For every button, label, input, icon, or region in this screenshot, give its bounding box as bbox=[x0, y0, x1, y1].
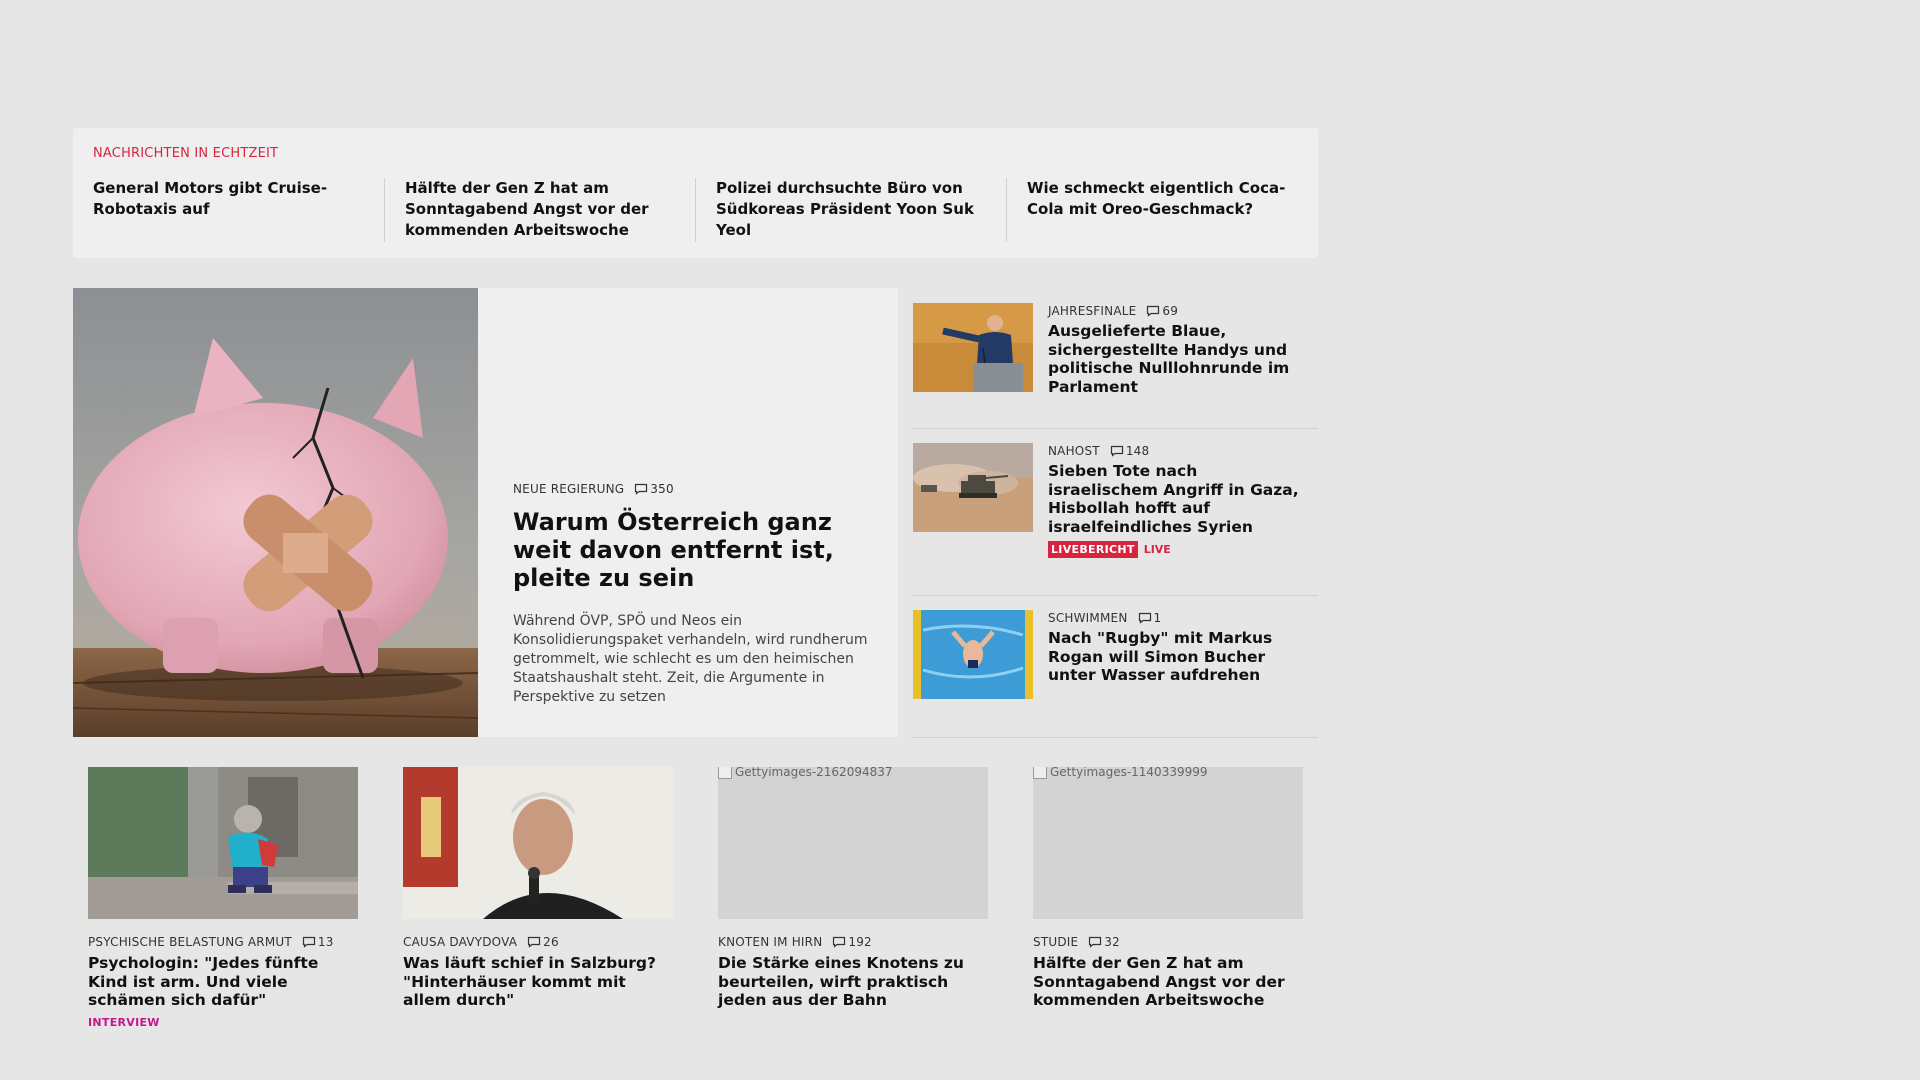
card-headline[interactable]: Die Stärke eines Knotens zu beurteilen, … bbox=[718, 954, 988, 1010]
comment-icon bbox=[833, 936, 846, 948]
comment-icon bbox=[1110, 445, 1123, 457]
ticker-items: General Motors gibt Cruise-Robotaxis auf… bbox=[73, 178, 1318, 242]
card-headline[interactable]: Was läuft schief in Salzburg? "Hinterhäu… bbox=[403, 954, 673, 1010]
tanks-desert-image[interactable] bbox=[913, 443, 1033, 532]
comment-count[interactable]: 13 bbox=[302, 935, 334, 949]
card-kicker: STUDIE bbox=[1033, 935, 1079, 949]
teaser-card[interactable]: Gettyimages-2162094837 KNOTEN IM HIRN 19… bbox=[718, 767, 988, 1010]
side-article[interactable]: SCHWIMMEN 1 Nach "Rugby" mit Markus Roga… bbox=[913, 595, 1318, 738]
image-alt-text: Gettyimages-1140339999 bbox=[1050, 767, 1208, 779]
parliament-speaker-image[interactable] bbox=[913, 303, 1033, 392]
broken-image-placeholder[interactable]: Gettyimages-1140339999 bbox=[1033, 767, 1303, 919]
card-kicker: KNOTEN IM HIRN bbox=[718, 935, 823, 949]
teaser-grid: PSYCHISCHE BELASTUNG ARMUT 13 Psychologi… bbox=[88, 767, 1303, 1029]
hero-article[interactable]: NEUE REGIERUNG 350 Warum Österreich ganz… bbox=[73, 288, 898, 737]
hero-teaser: Während ÖVP, SPÖ und Neos ein Konsolidie… bbox=[513, 612, 868, 705]
speaker-illustration bbox=[403, 767, 673, 919]
parliament-illustration bbox=[913, 303, 1033, 392]
ticker-label: NACHRICHTEN IN ECHTZEIT bbox=[93, 146, 279, 161]
card-headline[interactable]: Psychologin: "Jedes fünfte Kind ist arm.… bbox=[88, 954, 358, 1010]
ticker-item[interactable]: Hälfte der Gen Z hat am Sonntag­abend An… bbox=[384, 178, 695, 242]
comment-count[interactable]: 192 bbox=[832, 935, 872, 949]
side-kicker: JAHRESFINALE bbox=[1048, 304, 1137, 318]
card-kicker: CAUSA DAVYDOVA bbox=[403, 935, 518, 949]
side-meta: JAHRESFINALE 69 bbox=[1048, 304, 1308, 318]
side-kicker: SCHWIMMEN bbox=[1048, 611, 1128, 625]
comment-count-value: 1 bbox=[1153, 611, 1162, 625]
comment-count[interactable]: 1 bbox=[1138, 611, 1162, 625]
broken-image-alt: Gettyimages-2162094837 bbox=[718, 767, 893, 779]
piggy-bank-image[interactable] bbox=[73, 288, 478, 737]
ticker-item[interactable]: Wie schmeckt eigentlich Coca-Cola mit Or… bbox=[1006, 178, 1317, 242]
side-article-text: JAHRESFINALE 69 Ausgelieferte Blaue, sic… bbox=[1048, 304, 1308, 396]
comment-count[interactable]: 26 bbox=[527, 935, 559, 949]
comment-count[interactable]: 32 bbox=[1088, 935, 1120, 949]
live-indicator: LIVE bbox=[1143, 543, 1171, 556]
side-article-text: SCHWIMMEN 1 Nach "Rugby" mit Markus Roga… bbox=[1048, 611, 1308, 685]
liveblog-badge: LIVEBERICHT bbox=[1048, 541, 1138, 558]
piggy-bank-illustration bbox=[73, 288, 478, 737]
side-kicker: NAHOST bbox=[1048, 444, 1100, 458]
child-on-steps-image[interactable] bbox=[88, 767, 358, 919]
comment-icon bbox=[528, 936, 541, 948]
comment-icon bbox=[1147, 305, 1160, 317]
card-meta: KNOTEN IM HIRN 192 bbox=[718, 935, 988, 949]
hero-headline[interactable]: Warum Österreich ganz weit davon entfern… bbox=[513, 508, 873, 592]
card-meta: PSYCHISCHE BELASTUNG ARMUT 13 bbox=[88, 935, 358, 949]
ticker-item[interactable]: Polizei durchsuchte Büro von Südko­reas … bbox=[695, 178, 1006, 242]
side-article[interactable]: JAHRESFINALE 69 Ausgelieferte Blaue, sic… bbox=[913, 288, 1318, 429]
comment-icon bbox=[635, 483, 648, 495]
interview-tag: INTERVIEW bbox=[88, 1015, 160, 1029]
side-headline[interactable]: Nach "Rugby" mit Markus Rogan will Simon… bbox=[1048, 629, 1308, 685]
card-meta: CAUSA DAVYDOVA 26 bbox=[403, 935, 673, 949]
man-with-microphone-image[interactable] bbox=[403, 767, 673, 919]
child-illustration bbox=[88, 767, 358, 919]
hero-meta: NEUE REGIERUNG 350 bbox=[513, 482, 873, 496]
comment-count-value: 69 bbox=[1162, 304, 1179, 318]
side-meta: SCHWIMMEN 1 bbox=[1048, 611, 1308, 625]
broken-image-icon bbox=[1033, 767, 1047, 779]
comment-count-value: 32 bbox=[1104, 935, 1120, 949]
ticker-item[interactable]: General Motors gibt Cruise-Robotaxis auf bbox=[73, 178, 384, 242]
swimmer-illustration bbox=[913, 610, 1033, 699]
hero-kicker: NEUE REGIERUNG bbox=[513, 482, 625, 496]
comment-icon bbox=[1138, 612, 1151, 624]
teaser-card[interactable]: CAUSA DAVYDOVA 26 Was läuft schief in Sa… bbox=[403, 767, 673, 1010]
teaser-card[interactable]: Gettyimages-1140339999 STUDIE 32 Hälfte … bbox=[1033, 767, 1303, 1010]
comment-count-value: 350 bbox=[650, 482, 674, 496]
comment-count-value: 148 bbox=[1125, 444, 1150, 458]
tanks-illustration bbox=[913, 443, 1033, 532]
card-headline[interactable]: Hälfte der Gen Z hat am Sonntagabend Ang… bbox=[1033, 954, 1303, 1010]
side-article-text: NAHOST 148 Sieben Tote nach israelischem… bbox=[1048, 444, 1308, 558]
swimmer-image[interactable] bbox=[913, 610, 1033, 699]
comment-count-value: 13 bbox=[317, 935, 334, 949]
side-headline[interactable]: Sieben Tote nach israelischem Angriff in… bbox=[1048, 462, 1308, 536]
card-kicker: PSYCHISCHE BELASTUNG ARMUT bbox=[88, 935, 292, 949]
comment-icon bbox=[302, 936, 316, 948]
hero-text: NEUE REGIERUNG 350 Warum Österreich ganz… bbox=[513, 482, 873, 721]
comment-count[interactable]: 69 bbox=[1146, 304, 1178, 318]
comment-count-value: 192 bbox=[848, 935, 872, 949]
comment-count-value: 26 bbox=[543, 935, 559, 949]
comment-count[interactable]: 350 bbox=[634, 482, 674, 496]
side-article[interactable]: NAHOST 148 Sieben Tote nach israelischem… bbox=[913, 428, 1318, 596]
comment-count[interactable]: 148 bbox=[1110, 444, 1150, 458]
image-alt-text: Gettyimages-2162094837 bbox=[735, 767, 893, 779]
live-badges: LIVEBERICHT LIVE bbox=[1048, 541, 1308, 558]
broken-image-icon bbox=[718, 767, 732, 779]
broken-image-placeholder[interactable]: Gettyimages-2162094837 bbox=[718, 767, 988, 919]
side-meta: NAHOST 148 bbox=[1048, 444, 1308, 458]
side-headline[interactable]: Ausgelieferte Blaue, sicherge­stellte Ha… bbox=[1048, 322, 1308, 396]
teaser-card[interactable]: PSYCHISCHE BELASTUNG ARMUT 13 Psychologi… bbox=[88, 767, 358, 1029]
card-meta: STUDIE 32 bbox=[1033, 935, 1303, 949]
comment-icon bbox=[1089, 936, 1102, 948]
broken-image-alt: Gettyimages-1140339999 bbox=[1033, 767, 1208, 779]
breaking-news-ticker: NACHRICHTEN IN ECHTZEIT General Motors g… bbox=[73, 128, 1318, 258]
